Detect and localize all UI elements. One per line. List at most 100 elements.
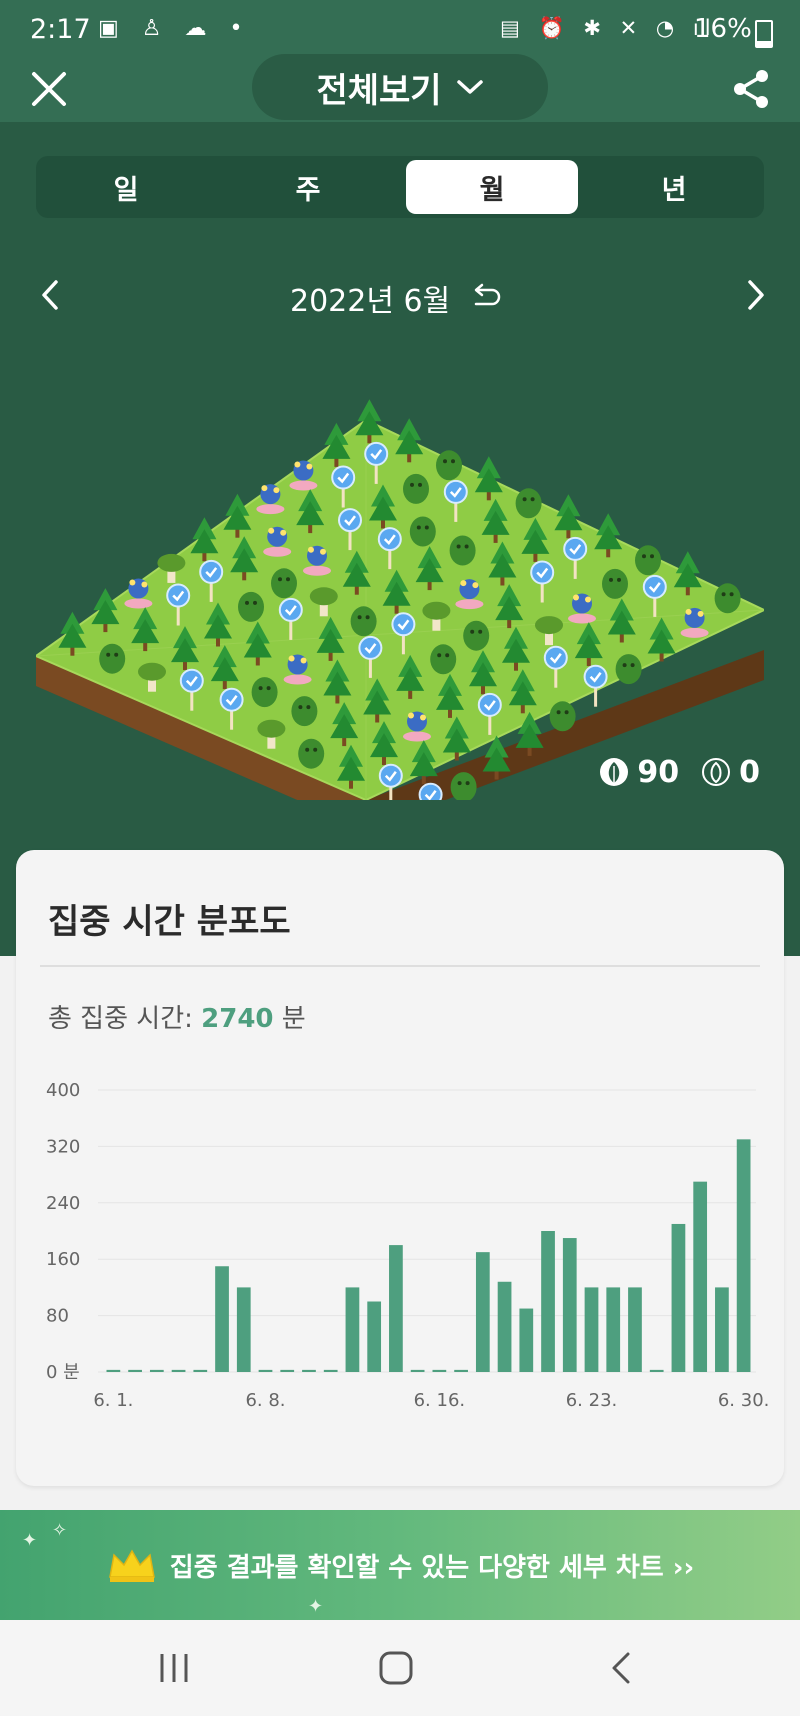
premium-banner[interactable]: ✦ ✧ ✦ 집중 결과를 확인할 수 있는 다양한 세부 차트 ›› xyxy=(0,1510,800,1620)
bush-eye xyxy=(437,653,442,658)
banner-text: 집중 결과를 확인할 수 있는 다양한 세부 차트 ›› xyxy=(169,1552,695,1583)
prev-period-button[interactable] xyxy=(34,276,68,314)
chart-bar xyxy=(519,1308,534,1372)
tab-month[interactable]: 월 xyxy=(406,160,578,214)
bush-tree xyxy=(436,450,462,481)
check-badge-tree xyxy=(583,664,608,689)
flower-petal xyxy=(141,581,148,588)
home-button[interactable] xyxy=(374,1646,418,1690)
flower-base xyxy=(568,613,596,624)
bush-eye xyxy=(106,652,111,657)
chevron-down-icon xyxy=(456,80,483,94)
flower-petal xyxy=(308,546,314,553)
bush-tree xyxy=(409,516,436,547)
flower-petal xyxy=(273,487,280,494)
chevron-right-icon xyxy=(748,280,764,310)
flower-petal xyxy=(300,657,307,664)
check-badge-tree xyxy=(219,687,244,712)
check-badge-tree xyxy=(642,574,667,599)
focus-distribution-card: 집중 시간 분포도 총 집중 시간: 2740 분 0 분 80 160 240 320… xyxy=(16,850,784,1486)
bush-eye xyxy=(630,663,635,668)
bush-eye xyxy=(305,747,310,752)
bush-eye xyxy=(266,686,271,691)
pine-tree xyxy=(355,411,384,436)
chart-bar xyxy=(280,1369,295,1372)
flower-petal xyxy=(685,608,692,615)
leaf-icon xyxy=(600,758,629,786)
forest-illustration xyxy=(36,399,764,800)
close-button[interactable] xyxy=(28,68,70,110)
y-tick-label: 80 xyxy=(46,1306,69,1327)
check-badge-tree xyxy=(331,465,356,490)
chart-bar xyxy=(389,1245,403,1372)
flower-petal xyxy=(460,580,467,587)
chart-bar xyxy=(671,1223,686,1372)
period-navigator: 2022년 6월 xyxy=(0,270,800,320)
bush-eye xyxy=(357,615,362,620)
home-icon xyxy=(379,1651,413,1685)
reset-period-button[interactable] xyxy=(470,282,504,310)
undo-icon xyxy=(474,283,501,306)
bush-eye xyxy=(416,525,421,530)
share-button[interactable] xyxy=(728,66,774,112)
tab-day[interactable]: 일 xyxy=(40,160,212,214)
bush-eye xyxy=(278,577,282,582)
tab-year[interactable]: 년 xyxy=(588,160,760,214)
bush-tree xyxy=(350,606,377,637)
chart-bar xyxy=(345,1287,360,1372)
chart-bar xyxy=(215,1266,229,1372)
check-badge-tree xyxy=(391,612,416,637)
bush-eye xyxy=(410,482,414,487)
x-tick-label: 6. 16. xyxy=(414,1390,466,1410)
chart-bar xyxy=(497,1281,512,1372)
bush-eye xyxy=(445,653,450,658)
view-selector[interactable]: 전체보기 xyxy=(252,54,548,120)
chart-bar xyxy=(302,1369,316,1372)
flower-petal xyxy=(280,529,287,536)
card-title: 집중 시간 분포도 xyxy=(48,902,291,942)
notification-icons: ▣ ♙ ☁ • xyxy=(98,16,251,41)
back-button[interactable] xyxy=(600,1646,644,1690)
chart-bar xyxy=(606,1287,621,1372)
y-tick-label: 320 xyxy=(46,1136,80,1157)
flower-base xyxy=(124,598,153,609)
x-tick-label: 6. 8. xyxy=(245,1390,285,1410)
chart-bar xyxy=(628,1287,642,1372)
total-focus-time: 총 집중 시간: 2740 분 xyxy=(48,998,306,1035)
bush-tree xyxy=(271,568,297,599)
back-icon xyxy=(612,1652,630,1684)
bush-eye xyxy=(418,482,422,487)
bush-eye xyxy=(457,781,462,786)
share-icon xyxy=(734,70,768,108)
next-period-button[interactable] xyxy=(738,276,772,314)
chart-bar xyxy=(149,1369,164,1372)
check-badge-tree xyxy=(199,559,224,584)
status-bar: 2:17 ▣ ♙ ☁ • ▤ ⏰ ✱ ✕ ◔ ıl 16% xyxy=(0,0,800,60)
x-tick-label: 6. 1. xyxy=(93,1390,133,1410)
check-badge-tree xyxy=(338,508,362,533)
flower-petal xyxy=(697,610,704,617)
period-label: 2022년 6월 xyxy=(290,284,451,319)
bush-tree xyxy=(251,677,278,708)
flower-base xyxy=(263,546,292,557)
chart-bar xyxy=(106,1369,121,1372)
chart-bar xyxy=(258,1369,273,1372)
round-tree xyxy=(422,601,451,620)
app-header: 전체보기 xyxy=(0,54,800,122)
check-badge-tree xyxy=(543,645,568,670)
y-tick-label: 160 xyxy=(46,1249,80,1270)
system-icons: ▤ ⏰ ✱ ✕ ◔ ıl xyxy=(500,16,717,40)
flower-base xyxy=(289,480,318,491)
bush-tree xyxy=(635,545,661,576)
recent-apps-button[interactable] xyxy=(152,1646,196,1690)
recent-apps-icon xyxy=(160,1654,188,1682)
chevron-left-icon xyxy=(42,280,58,310)
bush-tree xyxy=(291,696,318,727)
tab-week[interactable]: 주 xyxy=(222,160,394,214)
chart-bar xyxy=(584,1287,599,1372)
bush-eye xyxy=(313,747,318,752)
bush-eye xyxy=(365,615,370,620)
bush-eye xyxy=(253,600,257,605)
check-badge-tree xyxy=(179,668,204,693)
period-tabs: 일 주 월 년 xyxy=(36,156,764,218)
